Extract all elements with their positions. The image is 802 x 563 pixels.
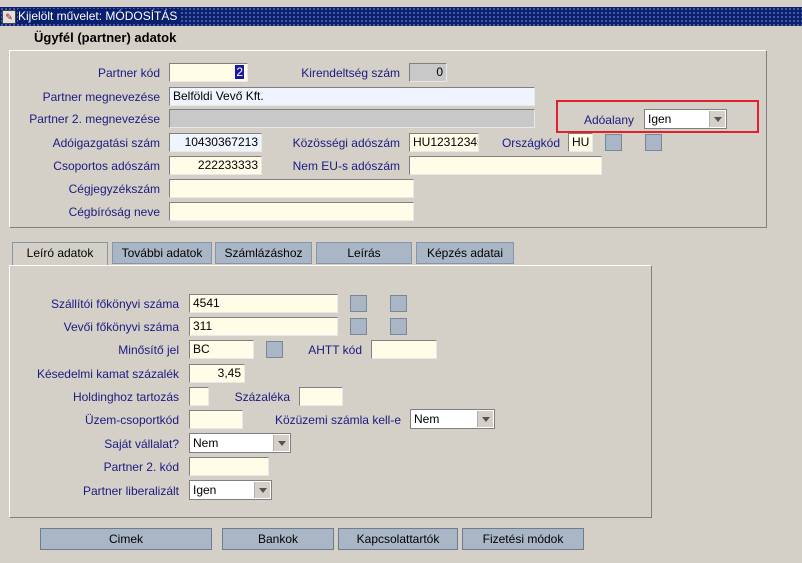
orszagkod-field[interactable]: HU [568,133,593,152]
chevron-down-icon[interactable] [273,435,289,451]
tab-tovabbi-adatok[interactable]: További adatok [112,242,212,264]
szallitoi-lookup-button[interactable] [350,295,367,312]
sajat-label: Saját vállalat? [104,437,179,451]
nemeu-field[interactable] [409,156,602,175]
app-icon: ✎ [2,10,16,24]
section-title: Ügyfél (partner) adatok [34,30,177,45]
szazaleka-field[interactable] [299,387,343,406]
chevron-down-icon[interactable] [254,482,270,498]
szallitoi-field[interactable]: 4541 [189,294,338,313]
kesedelmi-field[interactable]: 3,45 [189,364,245,383]
tab-leiras[interactable]: Leírás [316,242,412,264]
cegjegyzek-label: Cégjegyzékszám [68,182,160,196]
kirendeltseg-field[interactable]: 0 [409,63,447,82]
ahtt-field[interactable] [371,340,437,359]
ahtt-label: AHTT kód [308,343,362,357]
sajat-value: Nem [193,436,219,450]
cegbirosag-field[interactable] [169,202,414,221]
orszagkod-lookup-button[interactable] [605,134,622,151]
adoalany-value: Igen [648,112,672,126]
cimek-button[interactable]: Cimek [40,528,212,550]
kozuzemi-value: Nem [414,412,440,426]
csoportos-field[interactable]: 222233333 [169,156,262,175]
nemeu-label: Nem EU-s adószám [292,159,400,173]
szallitoi-extra-button[interactable] [390,295,407,312]
kirendeltseg-label: Kirendeltség szám [301,66,400,80]
tab-szamlazashoz[interactable]: Számlázáshoz [215,242,312,264]
adoalany-select[interactable]: Igen [644,109,727,129]
partner-kod-field[interactable]: 2 [169,63,248,82]
kapcsolattartok-button[interactable]: Kapcsolattartók [338,528,458,550]
holding-label: Holdinghoz tartozás [72,390,179,404]
kozuzemi-label: Közüzemi számla kell-e [274,413,401,427]
kozossegi-label: Közösségi adószám [292,136,400,150]
liberal-label: Partner liberalizált [82,484,179,498]
vevoi-lookup-button[interactable] [350,318,367,335]
partner-megnevezes-field[interactable]: Belföldi Vevő Kft. [169,87,535,106]
vevoi-label: Vevői főkönyvi száma [63,320,179,334]
vevoi-field[interactable]: 311 [189,317,338,336]
tab-kepzes-adatai[interactable]: Képzés adatai [416,242,514,264]
minosito-label: Minősítő jel [118,343,179,357]
vevoi-extra-button[interactable] [390,318,407,335]
partner-kod-label: Partner kód [97,66,160,80]
partner2-label: Partner 2. kód [103,460,179,474]
uzem-label: Üzem-csoportkód [84,413,179,427]
holding-field[interactable] [189,387,209,406]
uzem-field[interactable] [189,410,243,429]
minosito-lookup-button[interactable] [266,341,283,358]
minosito-field[interactable]: BC [189,340,254,359]
szazaleka-label: Százaléka [234,390,290,404]
liberal-select[interactable]: Igen [189,480,272,500]
tab-leiro-adatok[interactable]: Leíró adatok [12,242,108,266]
partner2-field[interactable] [189,457,269,476]
window-titlebar[interactable]: ✎ Kijelölt művelet: MÓDOSÍTÁS [0,7,802,26]
kozuzemi-select[interactable]: Nem [410,409,495,429]
kesedelmi-label: Késedelmi kamat százalék [36,367,179,381]
orszagkod-label: Országkód [501,136,560,150]
adoigazgatasi-label: Adóigazgatási szám [52,136,160,150]
window-title: Kijelölt művelet: MÓDOSÍTÁS [18,9,182,23]
adoalany-label: Adóalany [583,113,634,127]
partner-kod-value: 2 [235,65,244,79]
liberal-value: Igen [193,483,217,497]
bankok-button[interactable]: Bankok [222,528,334,550]
partner-megnevezes2-label: Partner 2. megnevezése [29,112,160,126]
fizetesi-modok-button[interactable]: Fizetési módok [462,528,584,550]
sajat-select[interactable]: Nem [189,433,291,453]
orszagkod-extra-button[interactable] [645,134,662,151]
cegbirosag-label: Cégbíróság neve [68,205,160,219]
partner-megnevezes-label: Partner megnevezése [42,90,160,104]
chevron-down-icon[interactable] [709,111,725,127]
partner-megnevezes2-field[interactable] [169,109,535,128]
cegjegyzek-field[interactable] [169,179,414,198]
adoigazgatasi-field[interactable]: 10430367213 [169,133,262,152]
szallitoi-label: Szállítói főkönyvi száma [50,297,179,311]
kozossegi-field[interactable]: HU12312345 [409,133,479,152]
csoportos-label: Csoportos adószám [53,159,160,173]
chevron-down-icon[interactable] [477,411,493,427]
